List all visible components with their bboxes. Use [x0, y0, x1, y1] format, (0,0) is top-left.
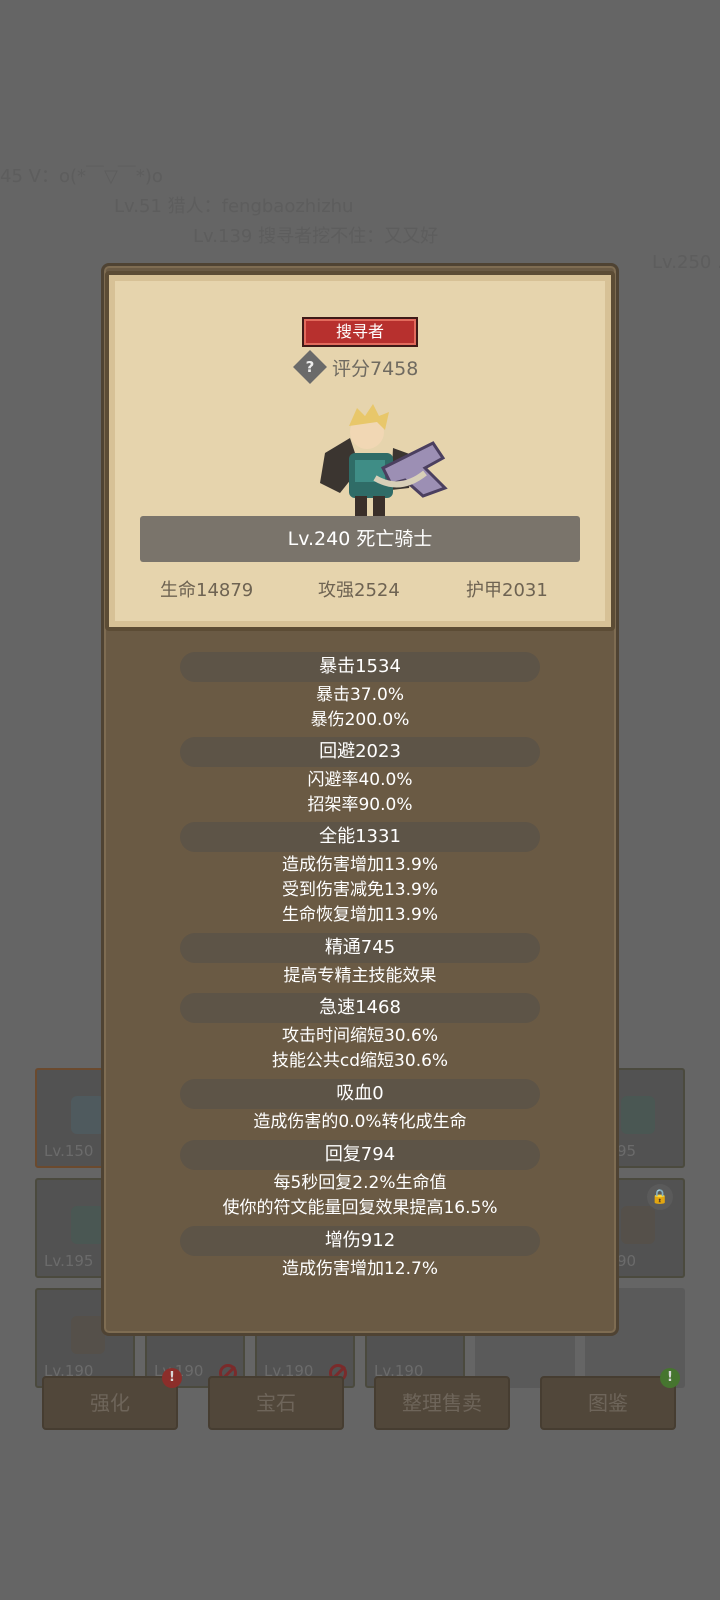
armor-stat: 护甲2031 — [466, 580, 548, 601]
stat-detail: 攻击时间缩短30.6% — [281, 1026, 438, 1046]
slot-level: Lv.195 — [44, 1252, 94, 1270]
enhance-label: 强化 — [90, 1391, 130, 1415]
stat-header-regen: 回复794 — [180, 1140, 540, 1170]
sort-sell-label: 整理售卖 — [402, 1391, 482, 1415]
chat-line: Lv.250 . — [652, 252, 720, 273]
stat-header-versatility: 全能1331 — [180, 822, 540, 852]
attack-stat: 攻强2524 — [318, 580, 400, 601]
codex-button[interactable]: 图鉴 ! — [540, 1368, 680, 1430]
alert-badge-icon: ! — [162, 1368, 182, 1388]
stat-detail: 招架率90.0% — [307, 795, 413, 815]
stat-detail: 闪避率40.0% — [307, 770, 413, 790]
stat-detail: 提高专精主技能效果 — [283, 966, 437, 986]
stat-detail: 造成伤害增加12.7% — [281, 1259, 438, 1279]
slot-level: 95 — [617, 1142, 637, 1160]
score-value: 评分7458 — [332, 357, 419, 380]
stat-header-haste: 急速1468 — [180, 993, 540, 1023]
stat-header-damage-bonus: 增伤912 — [180, 1226, 540, 1256]
stat-detail: 受到伤害减免13.9% — [281, 880, 438, 900]
stat-header-crit: 暴击1534 — [180, 652, 540, 682]
gem-label: 宝石 — [256, 1391, 296, 1415]
stat-header-mastery: 精通745 — [180, 933, 540, 963]
character-name-bar: Lv.240 死亡骑士 — [140, 516, 580, 562]
item-icon — [71, 1096, 105, 1134]
slot-level: 90 — [617, 1252, 637, 1270]
stat-detail: 暴击37.0% — [315, 685, 404, 705]
item-icon — [71, 1316, 105, 1354]
stat-detail: 暴伤200.0% — [310, 710, 410, 730]
stat-detail: 每5秒回复2.2%生命值 — [273, 1173, 447, 1193]
chat-line: Lv.139 搜寻者挖不住：又又好 — [193, 226, 439, 247]
hp-stat: 生命14879 — [160, 580, 254, 601]
item-icon — [621, 1096, 655, 1134]
stat-detail: 造成伤害增加13.9% — [281, 855, 438, 875]
sort-sell-button[interactable]: 整理售卖 — [374, 1376, 510, 1430]
item-icon — [71, 1206, 105, 1244]
stat-detail: 生命恢复增加13.9% — [281, 905, 438, 925]
item-icon — [621, 1206, 655, 1244]
hero-portrait — [320, 404, 448, 520]
gem-button[interactable]: 宝石 — [208, 1376, 344, 1430]
alert-badge-icon: ! — [660, 1368, 680, 1388]
score-row: ? 评分7458 — [293, 350, 419, 384]
stat-header-lifesteal: 吸血0 — [180, 1079, 540, 1109]
stat-detail: 技能公共cd缩短30.6% — [271, 1051, 449, 1071]
enhance-button[interactable]: 强化 ! — [42, 1368, 182, 1430]
codex-label: 图鉴 — [588, 1391, 628, 1415]
stat-header-dodge: 回避2023 — [180, 737, 540, 767]
chat-line: 45 V：o(*￣▽￣*)o — [0, 166, 163, 187]
stat-detail: 使你的符文能量回复效果提高16.5% — [222, 1198, 498, 1218]
chat-line: Lv.51 猎人：fengbaozhizhu — [114, 196, 354, 217]
help-icon[interactable]: ? — [293, 350, 327, 384]
class-badge: 搜寻者 — [302, 317, 418, 347]
stat-detail: 造成伤害的0.0%转化成生命 — [253, 1112, 467, 1132]
slot-level: Lv.150 — [44, 1142, 94, 1160]
